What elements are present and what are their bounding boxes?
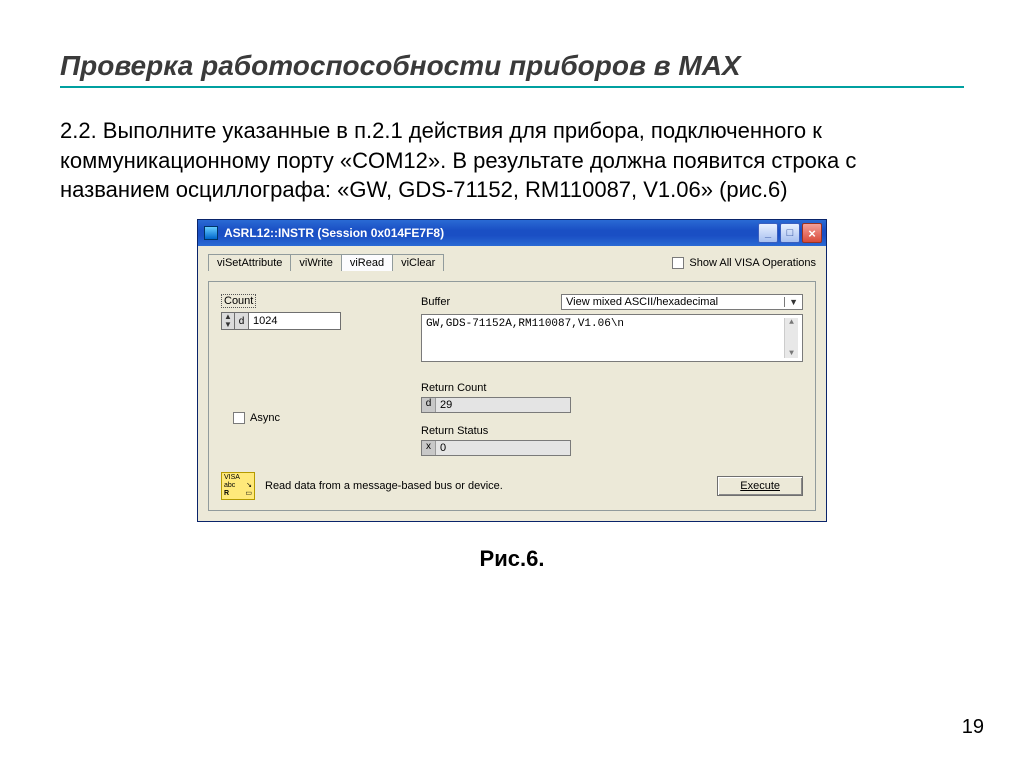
maximize-button[interactable]: □ (780, 223, 800, 243)
figure-caption: Рис.6. (60, 546, 964, 572)
tab-strip: viSetAttribute viWrite viRead viClear (208, 254, 443, 271)
viread-panel: Count ▲▼ d 1024 Buffer View mixed ASCII/… (208, 281, 816, 511)
show-all-visa-checkbox[interactable]: Show All VISA Operations (672, 257, 816, 269)
visa-icon: VISA abc↘ R▭ (221, 472, 255, 500)
minimize-button[interactable]: _ (758, 223, 778, 243)
return-count-value: 29 (436, 398, 570, 412)
visa-session-window: ASRL12::INSTR (Session 0x014FE7F8) _ □ ×… (197, 219, 827, 522)
slide-title: Проверка работоспособности приборов в МА… (60, 50, 964, 82)
tab-visetattribute[interactable]: viSetAttribute (208, 254, 291, 271)
window-title: ASRL12::INSTR (Session 0x014FE7F8) (224, 226, 758, 240)
buffer-content: GW,GDS-71152A,RM110087,V1.06\n (426, 318, 784, 358)
return-count-label: Return Count (421, 382, 803, 394)
return-status-prefix: x (422, 441, 436, 455)
spinner-buttons[interactable]: ▲▼ (221, 312, 235, 330)
async-label: Async (250, 412, 280, 424)
execute-button[interactable]: Execute (717, 476, 803, 496)
app-icon (204, 226, 218, 240)
buffer-textarea[interactable]: GW,GDS-71152A,RM110087,V1.06\n ▲▼ (421, 314, 803, 362)
async-checkbox[interactable]: Async (233, 412, 280, 424)
return-count-field: d 29 (421, 397, 571, 413)
count-spinner[interactable]: ▲▼ d 1024 (221, 312, 341, 330)
show-all-visa-label: Show All VISA Operations (689, 257, 816, 269)
buffer-view-value: View mixed ASCII/hexadecimal (566, 296, 718, 308)
chevron-down-icon: ▼ (784, 297, 798, 307)
title-underline (60, 86, 964, 88)
slide-body-text: 2.2. Выполните указанные в п.2.1 действи… (60, 116, 964, 205)
tab-viread[interactable]: viRead (341, 254, 393, 271)
tab-viwrite[interactable]: viWrite (290, 254, 341, 271)
checkbox-icon (672, 257, 684, 269)
checkbox-icon (233, 412, 245, 424)
scrollbar[interactable]: ▲▼ (784, 318, 798, 358)
count-label: Count (221, 294, 256, 308)
tab-viclear[interactable]: viClear (392, 254, 444, 271)
count-prefix: d (235, 312, 249, 330)
buffer-view-dropdown[interactable]: View mixed ASCII/hexadecimal ▼ (561, 294, 803, 310)
status-text: Read data from a message-based bus or de… (265, 480, 707, 492)
page-number: 19 (962, 716, 984, 739)
return-status-label: Return Status (421, 425, 803, 437)
close-button[interactable]: × (802, 223, 822, 243)
count-input[interactable]: 1024 (249, 312, 341, 330)
return-status-value: 0 (436, 441, 570, 455)
buffer-label: Buffer (421, 296, 561, 308)
window-titlebar[interactable]: ASRL12::INSTR (Session 0x014FE7F8) _ □ × (198, 220, 826, 246)
return-status-field: x 0 (421, 440, 571, 456)
return-count-prefix: d (422, 398, 436, 412)
